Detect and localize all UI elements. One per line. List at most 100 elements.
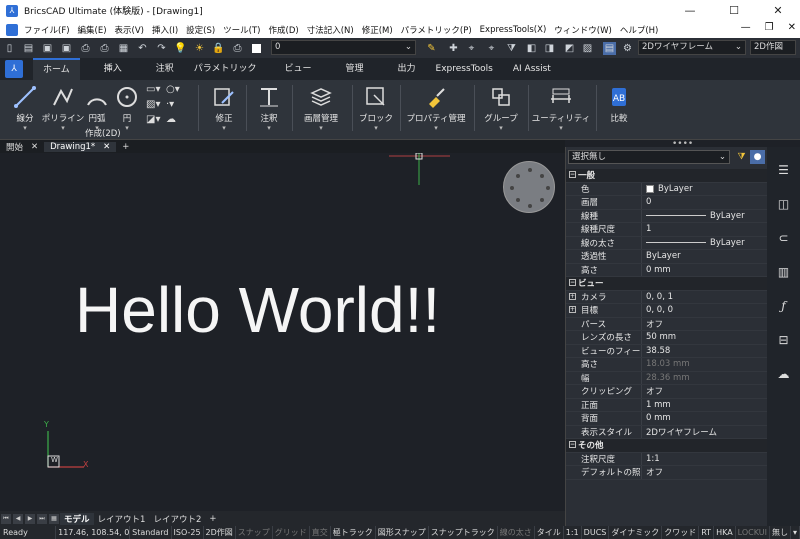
cloud-icon[interactable]: ☁	[166, 114, 186, 125]
attachments-icon[interactable]: ⊂	[773, 227, 795, 249]
add-tab-button[interactable]: +	[116, 142, 135, 152]
status-snap[interactable]: スナップ	[236, 526, 273, 539]
drawing-canvas[interactable]: Hello World!! Y X W	[0, 153, 565, 511]
tab-manage[interactable]: 管理	[336, 58, 374, 80]
layer-lock-icon[interactable]: 🔒	[212, 42, 225, 55]
tab-ai-assist[interactable]: AI Assist	[503, 58, 561, 80]
layer-off-icon[interactable]: ▨	[581, 42, 594, 55]
lightbulb-icon[interactable]: 💡	[174, 42, 187, 55]
application-button-icon[interactable]: ⅄	[5, 60, 23, 78]
property-row[interactable]: レンズの長さ 50 mm	[566, 331, 768, 345]
tab-annotate[interactable]: 注釈	[146, 58, 184, 80]
menu-insert[interactable]: 挿入(I)	[148, 24, 182, 36]
next-layout-icon[interactable]: ▶	[25, 513, 35, 524]
tab-output[interactable]: 出力	[388, 58, 426, 80]
rectangle-icon[interactable]: ▭▾	[146, 84, 166, 95]
select-similar-icon[interactable]: ⌖	[485, 42, 498, 55]
prev-layout-icon[interactable]: ◀	[13, 513, 23, 524]
properties-toggle-icon[interactable]: ▤	[603, 41, 616, 55]
print-icon[interactable]: ⎙	[79, 42, 92, 55]
cloud-upload-icon[interactable]: ☁	[773, 363, 795, 385]
status-ortho[interactable]: 直交	[310, 526, 331, 539]
menu-view[interactable]: 表示(V)	[111, 24, 148, 36]
property-row[interactable]: 画層 0	[566, 196, 768, 210]
property-row[interactable]: 高さ 0 mm	[566, 263, 768, 277]
plot-icon[interactable]: ⎙	[98, 42, 111, 55]
block-group[interactable]: ブロック ▾	[359, 80, 393, 140]
undo-icon[interactable]: ↶	[136, 42, 149, 55]
property-row[interactable]: + カメラ 0, 0, 1	[566, 290, 768, 304]
hatch-icon[interactable]: ▨▾	[146, 99, 166, 110]
menu-tools[interactable]: ツール(T)	[219, 24, 264, 36]
property-row[interactable]: 色 ByLayer	[566, 182, 768, 196]
layer-dropdown[interactable]: 0 ⌄	[271, 40, 416, 55]
line-tool[interactable]: 線分 ▾	[10, 80, 40, 140]
structure-icon[interactable]: ⊟	[773, 329, 795, 351]
property-row[interactable]: 表示スタイル 2Dワイヤフレーム	[566, 425, 768, 439]
status-osnap[interactable]: 図形スナップ	[376, 526, 429, 539]
menu-edit[interactable]: 編集(E)	[74, 24, 111, 36]
selection-dropdown[interactable]: 選択無し ⌄	[568, 150, 730, 164]
status-otrack[interactable]: スナップトラック	[429, 526, 498, 539]
annotate-group[interactable]: 注釈 ▾	[255, 80, 283, 140]
match-properties-icon[interactable]: ✎	[425, 42, 438, 55]
sun-icon[interactable]: ☀	[193, 42, 206, 55]
property-row[interactable]: 透過性 ByLayer	[566, 250, 768, 264]
properties-panel-icon[interactable]: ☰	[773, 159, 795, 181]
group-group[interactable]: グループ ▾	[484, 80, 518, 140]
status-hka[interactable]: HKA	[714, 526, 736, 539]
publish-icon[interactable]: ▦	[117, 42, 130, 55]
navigation-wheel[interactable]	[503, 161, 555, 213]
save-as-icon[interactable]: ▣	[60, 42, 73, 55]
doc-close-button[interactable]: ✕	[788, 22, 796, 33]
open-icon[interactable]: ▤	[22, 42, 35, 55]
layers-panel-icon[interactable]: ◫	[773, 193, 795, 215]
layer-print-icon[interactable]: ⎙	[231, 42, 244, 55]
layer-walk-icon[interactable]: ◨	[543, 42, 556, 55]
status-text-style[interactable]: Standard	[130, 526, 172, 539]
menu-help[interactable]: ヘルプ(H)	[616, 24, 663, 36]
category-other[interactable]: − その他	[566, 439, 768, 453]
status-grid[interactable]: グリッド	[273, 526, 310, 539]
app-menu-icon[interactable]	[6, 23, 18, 36]
redo-icon[interactable]: ↷	[155, 42, 168, 55]
tab-insert[interactable]: 挿入	[94, 58, 132, 80]
status-lockui[interactable]: LOCKUI	[736, 526, 770, 539]
polyline-tool[interactable]: ポリライン ▾	[42, 80, 84, 140]
menu-modify[interactable]: 修正(M)	[358, 24, 397, 36]
property-row[interactable]: + 目標 0, 0, 0	[566, 304, 768, 318]
status-coordinates[interactable]: 117.46, 108.54, 0	[56, 526, 131, 539]
property-row[interactable]: デフォルトの照明オフ	[566, 466, 768, 480]
status-quad[interactable]: クワッド	[662, 526, 700, 539]
status-workspace[interactable]: 2D作図	[204, 526, 236, 539]
tab-model[interactable]: モデル	[60, 512, 94, 525]
layer-state-icon[interactable]: ◧	[525, 42, 538, 55]
utility-group[interactable]: ユーティリティ ▾	[532, 80, 590, 140]
layer-iso-icon[interactable]: ◩	[563, 42, 576, 55]
region-icon[interactable]: ◪▾	[146, 114, 166, 125]
first-layout-icon[interactable]: ⏮	[1, 513, 11, 524]
last-layout-icon[interactable]: ⏭	[37, 513, 47, 524]
menu-file[interactable]: ファイル(F)	[20, 24, 74, 36]
status-menu-icon[interactable]: ▾	[791, 526, 800, 539]
modify-group[interactable]: 修正 ▾	[210, 80, 238, 140]
tab-home[interactable]: ホーム	[33, 58, 80, 80]
hello-world-text[interactable]: Hello World!!	[75, 273, 440, 347]
menu-draw[interactable]: 作成(D)	[265, 24, 303, 36]
status-tile[interactable]: タイル	[535, 526, 564, 539]
maximize-button[interactable]: ☐	[712, 0, 756, 21]
toggle-pickadd-icon[interactable]: ●	[750, 150, 765, 164]
tab-expresstools[interactable]: ExpressTools	[426, 58, 503, 80]
property-row[interactable]: 正面 1 mm	[566, 398, 768, 412]
status-none[interactable]: 無し	[770, 526, 791, 539]
visual-style-dropdown[interactable]: 2Dワイヤフレーム ⌄	[638, 40, 746, 55]
status-dynamic[interactable]: ダイナミック	[609, 526, 663, 539]
tab-layout1[interactable]: レイアウト1	[94, 513, 150, 525]
property-row[interactable]: 背面 0 mm	[566, 412, 768, 426]
status-lineweight[interactable]: 線の太さ	[498, 526, 535, 539]
save-icon[interactable]: ▣	[41, 42, 54, 55]
category-view[interactable]: − ビュー	[566, 277, 768, 291]
minimize-button[interactable]: —	[668, 0, 712, 21]
property-row[interactable]: 線種尺度 1	[566, 223, 768, 237]
point-icon[interactable]: ○▾	[166, 84, 186, 95]
